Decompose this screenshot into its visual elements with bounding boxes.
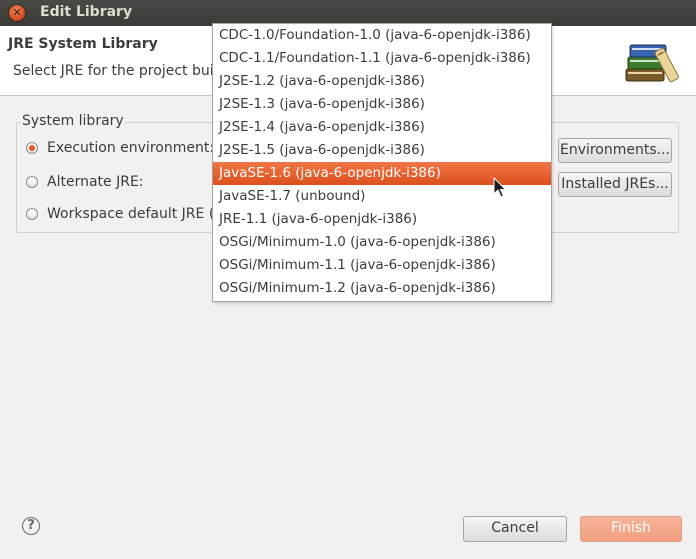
group-label: System library	[21, 113, 125, 129]
header-title: JRE System Library	[8, 36, 158, 52]
dropdown-item[interactable]: JRE-1.1 (java-6-openjdk-i386)	[213, 208, 551, 231]
dropdown-item[interactable]: OSGi/Minimum-1.2 (java-6-openjdk-i386)	[213, 277, 551, 300]
window-title: Edit Library	[40, 4, 133, 20]
radio-button[interactable]	[26, 208, 38, 220]
dropdown-item[interactable]: OSGi/Minimum-1.1 (java-6-openjdk-i386)	[213, 254, 551, 277]
cancel-button[interactable]: Cancel	[463, 516, 567, 542]
help-icon[interactable]: ?	[22, 517, 40, 535]
dropdown-item[interactable]: OSGi/Minimum-1.0 (java-6-openjdk-i386)	[213, 231, 551, 254]
radio-label: Alternate JRE:	[47, 174, 144, 190]
dropdown-item[interactable]: CDC-1.0/Foundation-1.0 (java-6-openjdk-i…	[213, 24, 551, 47]
installed-jres-button[interactable]: Installed JREs...	[558, 172, 672, 197]
finish-button[interactable]: Finish	[580, 516, 682, 542]
radio-button[interactable]	[26, 176, 38, 188]
dropdown-item[interactable]: CDC-1.1/Foundation-1.1 (java-6-openjdk-i…	[213, 47, 551, 70]
books-icon	[625, 44, 679, 83]
dropdown-item[interactable]: J2SE-1.2 (java-6-openjdk-i386)	[213, 70, 551, 93]
close-icon[interactable]: ✕	[9, 5, 25, 21]
radio-button[interactable]	[26, 142, 38, 154]
environments-button[interactable]: Environments...	[558, 138, 672, 163]
dropdown-item[interactable]: J2SE-1.4 (java-6-openjdk-i386)	[213, 116, 551, 139]
execution-environment-dropdown-list[interactable]: CDC-1.0/Foundation-1.0 (java-6-openjdk-i…	[212, 23, 552, 302]
dropdown-item[interactable]: J2SE-1.5 (java-6-openjdk-i386)	[213, 139, 551, 162]
radio-label: Execution environment:	[47, 140, 215, 156]
dropdown-item[interactable]: J2SE-1.3 (java-6-openjdk-i386)	[213, 93, 551, 116]
mouse-pointer-icon	[493, 177, 507, 198]
